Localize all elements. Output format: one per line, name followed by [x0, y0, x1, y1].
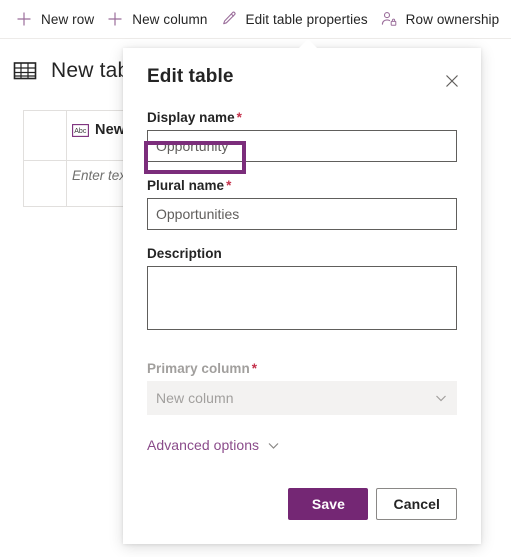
- new-row-button[interactable]: New row: [12, 2, 103, 36]
- save-button[interactable]: Save: [288, 488, 369, 520]
- grid-line: [23, 110, 24, 206]
- callout-beak: [299, 39, 317, 48]
- plural-name-label-text: Plural name: [147, 178, 225, 193]
- description-label: Description: [147, 246, 457, 261]
- cancel-button[interactable]: Cancel: [376, 488, 457, 520]
- pencil-icon: [219, 9, 239, 29]
- display-name-input[interactable]: [147, 130, 457, 162]
- required-marker: *: [226, 178, 232, 193]
- display-name-label-text: Display name: [147, 110, 235, 125]
- description-field: Description: [147, 246, 457, 335]
- primary-column-value: New column: [156, 390, 234, 406]
- edit-table-properties-label: Edit table properties: [245, 11, 368, 27]
- close-button[interactable]: [437, 68, 467, 98]
- close-icon: [445, 74, 459, 93]
- primary-column-field: Primary column * New column: [147, 361, 457, 415]
- display-name-label: Display name *: [147, 110, 457, 125]
- dialog-header: Edit table: [123, 48, 481, 102]
- command-bar-divider: [0, 38, 511, 39]
- display-name-field: Display name *: [147, 110, 457, 162]
- chevron-down-icon: [267, 439, 280, 452]
- new-column-button[interactable]: New column: [103, 2, 216, 36]
- plural-name-label: Plural name *: [147, 178, 457, 193]
- edit-table-properties-button[interactable]: Edit table properties: [217, 2, 377, 36]
- required-marker: *: [236, 110, 242, 125]
- svg-text:Abc: Abc: [74, 128, 87, 135]
- plural-name-field: Plural name *: [147, 178, 457, 230]
- chevron-down-icon: [434, 391, 448, 405]
- new-row-label: New row: [41, 11, 95, 27]
- dialog-footer: Save Cancel: [288, 488, 457, 520]
- primary-column-dropdown: New column: [147, 381, 457, 415]
- required-marker: *: [251, 361, 258, 376]
- dialog-title: Edit table: [147, 66, 234, 87]
- primary-column-label: Primary column *: [147, 361, 457, 376]
- plus-icon: [105, 9, 125, 29]
- grid-line: [66, 110, 67, 206]
- plural-name-input[interactable]: [147, 198, 457, 230]
- dialog-body: Display name* Plural name* Description: [123, 110, 481, 455]
- person-lock-icon: [379, 9, 399, 29]
- row-ownership-button[interactable]: Row ownership: [377, 2, 509, 36]
- row-ownership-label: Row ownership: [405, 11, 500, 27]
- primary-column-label-text: Primary column: [147, 361, 250, 376]
- command-bar: New row New column Edit table properties: [0, 0, 511, 38]
- advanced-options-toggle[interactable]: Advanced options: [147, 437, 280, 453]
- table-icon: [12, 58, 38, 84]
- plus-icon: [14, 9, 34, 29]
- new-column-label: New column: [132, 11, 208, 27]
- abc-text-icon: Abc: [72, 123, 89, 137]
- app-root: New row New column Edit table properties: [0, 0, 511, 557]
- advanced-options-label: Advanced options: [147, 437, 260, 453]
- edit-table-dialog: Edit table Display name* Plur: [123, 48, 481, 544]
- description-textarea[interactable]: [147, 266, 457, 330]
- description-label-text: Description: [147, 246, 222, 261]
